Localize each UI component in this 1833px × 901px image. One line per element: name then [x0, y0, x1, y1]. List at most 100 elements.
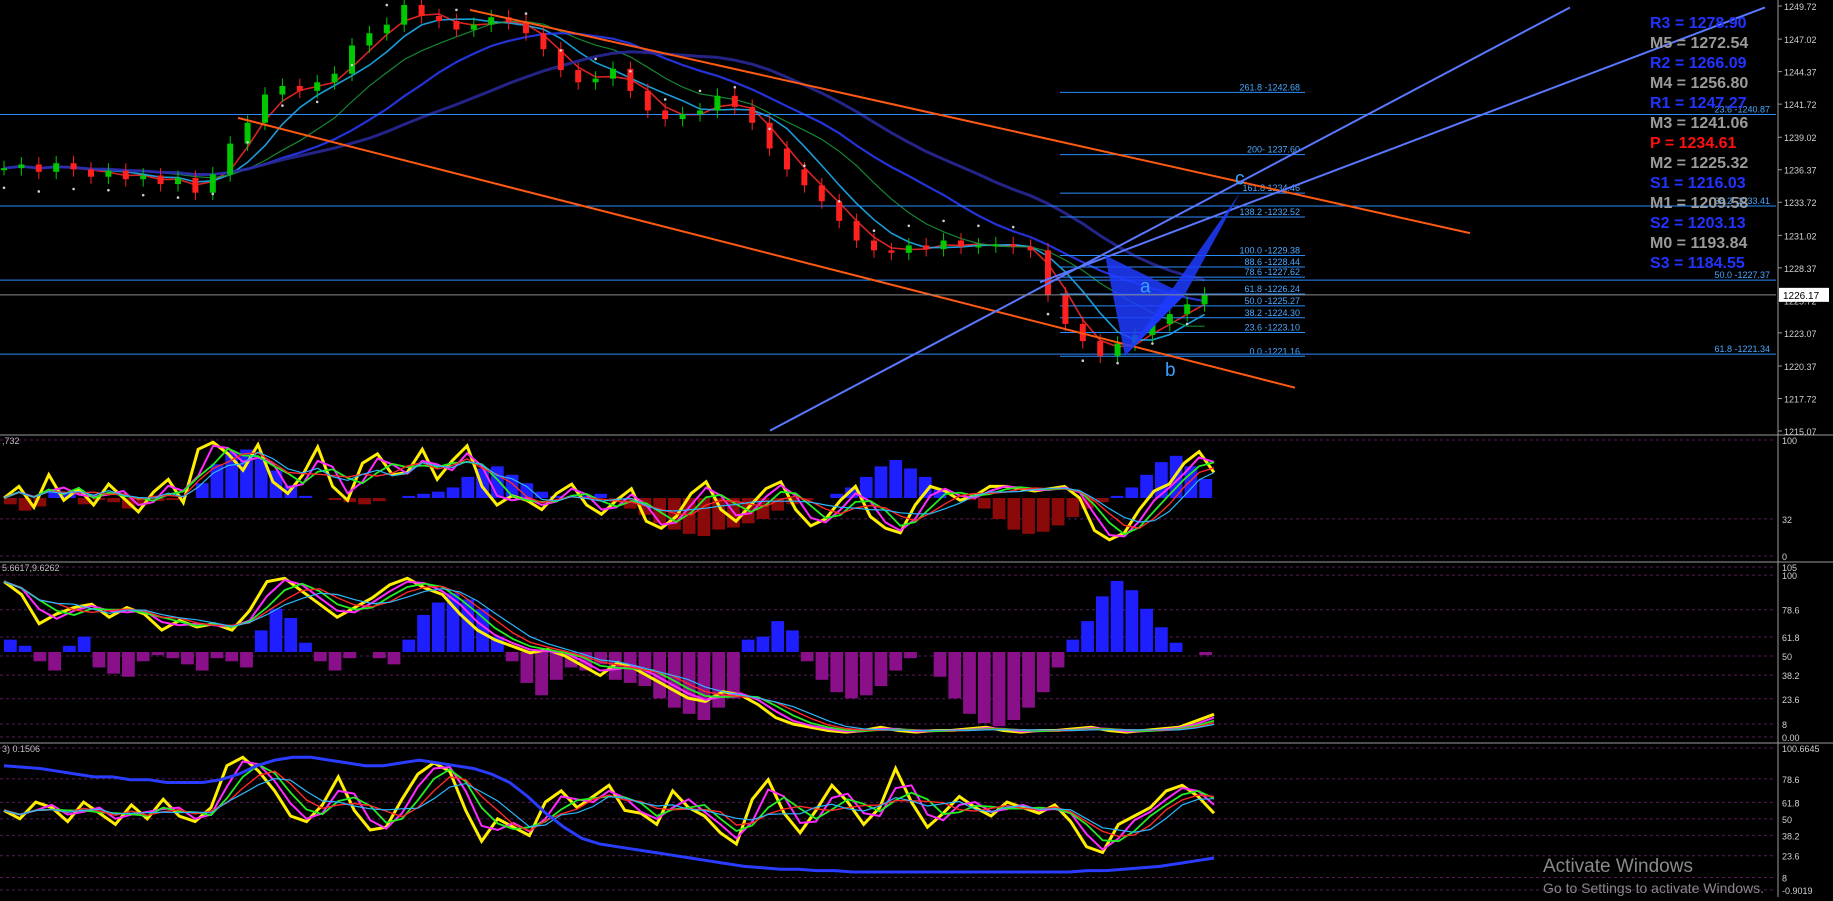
histogram-bar	[1051, 652, 1065, 668]
sar-dot	[350, 63, 354, 67]
histogram-bar	[992, 498, 1006, 520]
panel-name-label: ,732	[2, 436, 20, 446]
histogram-bar	[1081, 621, 1094, 652]
candle-body	[1184, 304, 1191, 315]
pivot-level-label: M2 = 1225.32	[1650, 155, 1748, 172]
candle-body	[105, 170, 112, 177]
candle-body	[1201, 294, 1208, 305]
trading-chart[interactable]: 261.8 -1242.68200- 1237.60161.8 1234.461…	[0, 0, 1833, 897]
chart-canvas[interactable]: 261.8 -1242.68200- 1237.60161.8 1234.461…	[0, 0, 1833, 897]
histogram-bar	[874, 466, 888, 498]
candle-body	[731, 95, 738, 107]
candle-body	[662, 110, 669, 120]
fib-level-label: 61.8 -1226.24	[1244, 284, 1300, 294]
sar-dot	[907, 224, 911, 228]
histogram-bar	[1022, 498, 1035, 534]
histogram-bar	[1154, 627, 1168, 652]
candle-body	[1045, 250, 1051, 295]
panel-name-label: 3) 0.1506	[2, 744, 40, 754]
price-tick-label: 1231.02	[1784, 231, 1817, 241]
panel-tick-label: 78.6	[1782, 775, 1800, 785]
sar-dot	[837, 199, 841, 203]
candle-body	[540, 33, 547, 50]
pivot-level-label: M1 = 1209.58	[1650, 195, 1748, 212]
histogram-bar	[1036, 498, 1050, 532]
candle-body	[227, 143, 234, 175]
histogram-bar	[830, 652, 844, 693]
histogram-bar	[963, 652, 976, 714]
panel-tick-label: 8	[1782, 720, 1787, 730]
histogram-bar	[830, 493, 844, 498]
histogram-bar	[299, 642, 312, 652]
histogram-bar	[195, 483, 209, 498]
candle-body	[1097, 341, 1104, 356]
panel-tick-label: 23.6	[1782, 695, 1800, 705]
price-tick-label: 1236.37	[1784, 166, 1817, 176]
candle-body	[70, 163, 77, 170]
sar-dot	[698, 89, 702, 93]
candle-body	[244, 122, 251, 144]
price-tick-label: 1244.37	[1784, 68, 1817, 78]
panel-tick-label: 50	[1782, 652, 1792, 662]
panel-tick-label: -0.9019	[1782, 886, 1813, 896]
candle-body	[697, 110, 703, 115]
sar-dot	[281, 104, 284, 107]
histogram-bar	[372, 652, 386, 659]
histogram-bar	[1066, 639, 1080, 652]
histogram-bar	[992, 652, 1006, 727]
histogram-bar	[4, 498, 17, 505]
histogram-bar	[136, 652, 150, 662]
pivot-level-label: M5 = 1272.54	[1650, 35, 1748, 52]
histogram-bar	[166, 652, 180, 659]
candle-body	[818, 185, 825, 202]
candle-body	[958, 240, 964, 247]
histogram-bar	[240, 652, 253, 668]
panel-tick-label: 50	[1782, 815, 1792, 825]
histogram-bar	[904, 652, 917, 659]
sar-dot	[72, 187, 75, 191]
histogram-bar	[254, 630, 268, 652]
sar-dot	[524, 12, 528, 15]
histogram-bar	[284, 618, 298, 652]
candle-body	[122, 170, 129, 180]
histogram-bar	[535, 652, 548, 696]
histogram-bar	[299, 495, 312, 498]
sar-dot	[176, 196, 180, 199]
candle-body	[418, 5, 425, 17]
histogram-bar	[741, 639, 755, 652]
fib-level-label: 200- 1237.60	[1247, 145, 1300, 155]
histogram-bar	[889, 460, 903, 498]
panel-tick-label: 100	[1782, 436, 1797, 446]
candle-body	[888, 250, 895, 253]
candle-body	[1062, 294, 1069, 324]
pivot-level-label: M3 = 1241.06	[1650, 115, 1748, 132]
price-tick-label: 1220.37	[1784, 362, 1817, 372]
sar-dot	[559, 49, 563, 52]
candle-body	[18, 164, 25, 169]
sar-dot	[107, 188, 110, 192]
histogram-bar	[1199, 652, 1212, 656]
sar-dot	[629, 69, 632, 73]
histogram-bar	[948, 652, 962, 699]
histogram-bar	[1169, 642, 1183, 652]
fib-level-label: 23.6 -1223.10	[1244, 323, 1300, 333]
candle-body	[157, 175, 164, 185]
candle-body	[853, 220, 860, 241]
candle-body	[923, 245, 930, 250]
candle-body	[35, 164, 42, 172]
histogram-bar	[1140, 608, 1153, 652]
candle-body	[975, 245, 982, 248]
fib-level-label: 0.0 -1221.16	[1249, 346, 1300, 356]
fib-level-label: 138.2 -1232.52	[1239, 207, 1300, 217]
histogram-bar	[1036, 652, 1050, 693]
histogram-bar	[977, 498, 991, 509]
sar-dot	[141, 193, 145, 197]
candle-body	[871, 240, 877, 251]
histogram-bar	[682, 652, 696, 714]
pivot-level-label: S1 = 1216.03	[1650, 175, 1746, 192]
sar-dot	[1116, 361, 1119, 365]
sar-dot	[1046, 312, 1050, 316]
fib-level-label: 88.6 -1228.44	[1244, 257, 1300, 267]
sar-dot	[37, 190, 41, 193]
candle-body	[366, 33, 373, 46]
